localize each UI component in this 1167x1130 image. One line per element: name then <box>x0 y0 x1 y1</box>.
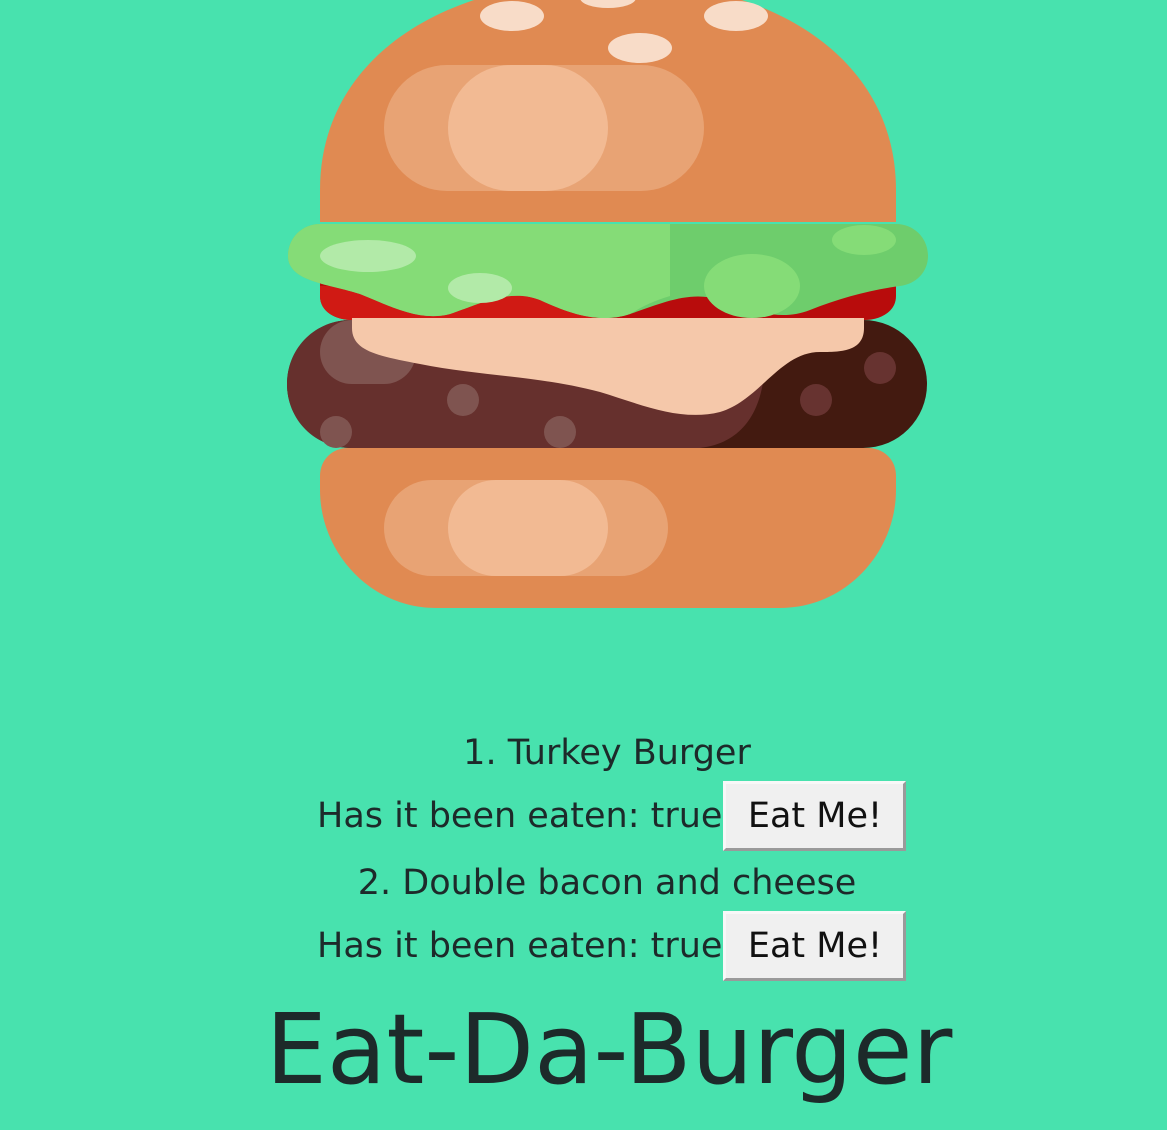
burger-illustration <box>280 0 940 615</box>
burger-name: 1. Turkey Burger <box>463 733 751 773</box>
sesame-seed <box>704 1 768 31</box>
eaten-status-text: Has it been eaten: true <box>317 796 723 836</box>
burger-status-row: Has it been eaten: true Eat Me! <box>317 911 907 981</box>
top-bun-highlight-inner <box>448 65 608 191</box>
eaten-status-text: Has it been eaten: true <box>317 926 723 966</box>
burger-name: 2. Double bacon and cheese <box>357 863 857 903</box>
burger-status-row: Has it been eaten: true Eat Me! <box>317 781 907 851</box>
sesame-seed <box>480 1 544 31</box>
page-title: Eat-Da-Burger <box>265 993 953 1106</box>
eat-me-button[interactable]: Eat Me! <box>723 781 907 851</box>
eat-me-button[interactable]: Eat Me! <box>723 911 907 981</box>
sesame-seed <box>608 33 672 63</box>
